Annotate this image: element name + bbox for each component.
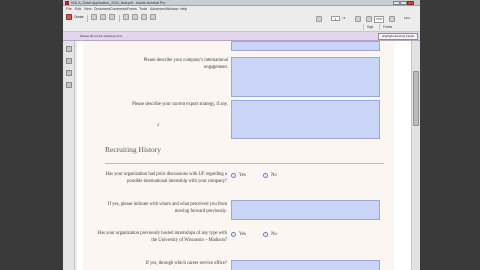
attachments-panel-icon[interactable] [66,82,72,88]
pdf-page: Please describe your company's internati… [83,41,394,270]
previous-answer-field[interactable] [231,41,380,51]
create-label[interactable]: Create [74,14,84,20]
discussions-yes-radio[interactable] [231,173,236,178]
question-previous-internships: Has your organization previously hosted … [97,231,227,243]
internships-yes-radio[interactable] [231,232,236,237]
review-icon[interactable] [123,14,129,20]
section-divider [105,163,384,164]
export-strategy-field[interactable] [231,100,380,139]
find-label[interactable]: Find [404,16,410,21]
forms-button[interactable]: Forms [379,24,395,30]
discussions-no-label: No [271,173,277,178]
sign-button[interactable]: Sign [363,24,376,30]
create-pdf-icon[interactable] [66,14,72,20]
zoom-level[interactable]: 75% [374,16,385,23]
scrollbar-thumb[interactable] [413,71,419,126]
maximize-button[interactable] [400,1,407,5]
zoom-out-icon[interactable] [366,16,372,22]
question-career-office: If yes, through which career service off… [145,261,227,266]
zoom-in-icon[interactable] [389,16,395,22]
question-prior-discussions: Has your organization had prior discussi… [105,172,227,184]
page-marker: 2 [157,122,160,127]
form-bar-message: Please fill out the following form. [80,34,124,38]
email-icon[interactable] [109,14,115,20]
acrobat-window: NGLA_Grant Application_2004_final.pdf - … [63,0,420,270]
minimize-button[interactable] [393,1,400,5]
toolbar-separator [87,15,88,22]
question-engagement: Please describe your company's internati… [143,58,228,70]
career-office-field[interactable] [231,260,380,270]
question-discussions-detail: If yes, please indicate with whom and wh… [107,202,227,214]
internships-yes-label: Yes [239,232,246,237]
form-notification-bar: Please fill out the following form. High… [63,32,420,41]
question-export-strategy: Please describe your current export stra… [132,102,228,107]
recruiting-history-heading: Recruiting History [105,145,162,154]
forms-icon[interactable] [150,14,156,20]
internships-no-label: No [271,232,277,237]
highlight-fields-button[interactable]: Highlight Existing Fields [378,33,418,40]
vertical-scrollbar[interactable] [411,41,420,270]
page-number-input[interactable]: 2 [331,16,340,21]
toolbar-separator [119,15,120,22]
page-total: / 6 [342,16,346,20]
save-icon[interactable] [91,14,97,20]
close-button[interactable] [407,1,414,5]
bookmarks-panel-icon[interactable] [66,58,72,64]
discussions-yes-label: Yes [239,173,246,178]
document-view: Please describe your company's internati… [77,41,411,270]
acrobat-app-icon [65,1,69,5]
discussions-detail-field[interactable] [231,200,380,220]
pages-panel-icon[interactable] [66,46,72,52]
print-icon[interactable] [100,14,106,20]
next-page-icon[interactable] [355,16,361,22]
navigation-panel [63,41,75,270]
engagement-field[interactable] [231,57,380,97]
secure-icon[interactable] [132,14,138,20]
internships-no-radio[interactable] [263,232,268,237]
toolbar: Create 2 / 6 75% Find Sign Forms [63,12,420,32]
previous-page-icon[interactable] [316,16,322,22]
signatures-panel-icon[interactable] [66,70,72,76]
sign-icon[interactable] [141,14,147,20]
discussions-no-radio[interactable] [263,173,268,178]
